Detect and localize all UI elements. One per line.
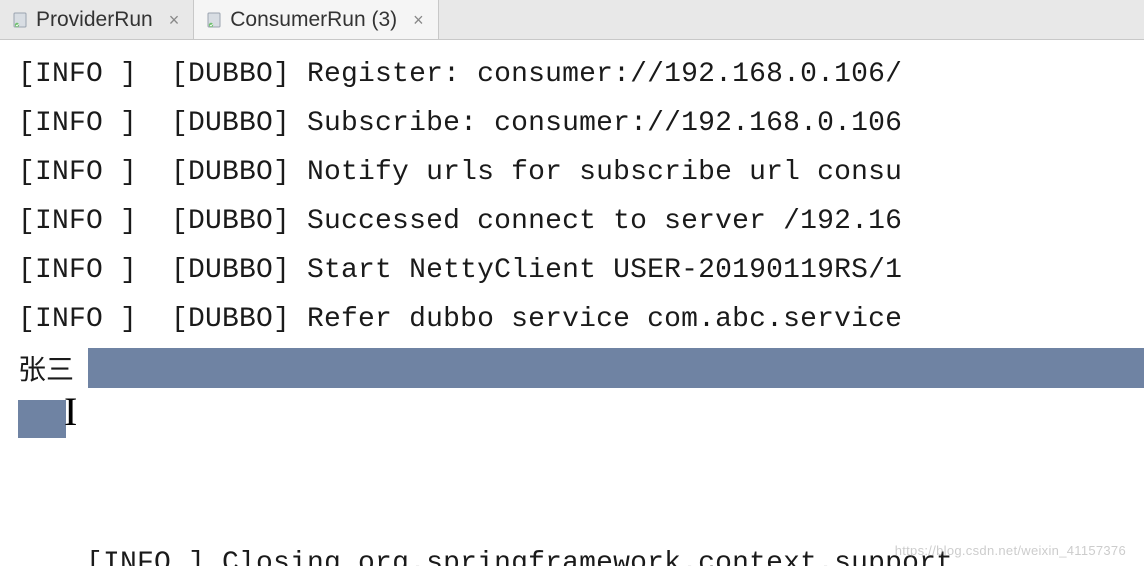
tab-bar: ProviderRun × ConsumerRun (3) × [0,0,1144,40]
log-line: [INFO ] [DUBBO] Subscribe: consumer://19… [18,99,1144,148]
file-icon [12,11,30,29]
log-line: [INFO ] [DUBBO] Successed connect to ser… [18,197,1144,246]
tab-provider-run[interactable]: ProviderRun × [0,0,194,39]
log-line: [INFO ] [DUBBO] Register: consumer://192… [18,50,1144,99]
close-icon[interactable]: × [165,11,184,29]
watermark-text: https://blog.csdn.net/weixin_41157376 [895,543,1126,558]
selected-text: 张三 [18,348,74,388]
close-icon[interactable]: × [409,11,428,29]
log-line: [INFO ] [DUBBO] Notify urls for subscrib… [18,148,1144,197]
log-line: [INFO ] [DUBBO] Start NettyClient USER-2… [18,246,1144,295]
log-line: [INFO ] [DUBBO] Refer dubbo service com.… [18,295,1144,344]
tab-consumer-run[interactable]: ConsumerRun (3) × [194,0,438,39]
console-output[interactable]: [INFO ] [DUBBO] Register: consumer://192… [0,40,1144,566]
log-line: I [INFO ] Closing org.springframework.co… [18,392,1144,566]
text-selection-highlight [88,348,1144,388]
tab-label: ConsumerRun (3) [230,8,397,32]
text-selection-highlight [18,400,66,438]
tab-label: ProviderRun [36,8,153,32]
file-icon [206,11,224,29]
selected-output-line: 张三 [18,344,1144,392]
text-cursor-icon: I [64,392,78,432]
